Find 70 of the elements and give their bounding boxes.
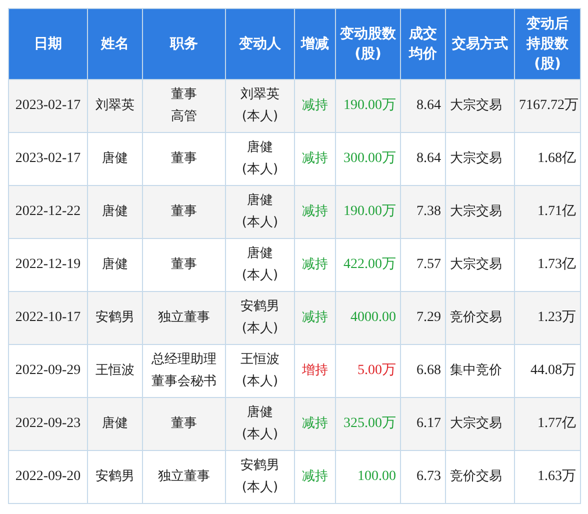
price-cell: 7.38 bbox=[400, 186, 446, 238]
holding-cell: 1.63万 bbox=[514, 450, 580, 504]
date-cell: 2022-09-23 bbox=[8, 398, 88, 450]
actor-name: 唐健 bbox=[246, 245, 274, 263]
position-text: 董事 bbox=[170, 150, 198, 168]
column-header: 增减 bbox=[294, 8, 336, 80]
change-cell: 减持 bbox=[294, 450, 336, 504]
position-text: 董事 bbox=[170, 203, 198, 221]
name-cell: 唐健 bbox=[88, 398, 142, 450]
actor-name: 刘翠英 bbox=[240, 86, 280, 104]
name-cell: 唐健 bbox=[88, 186, 142, 238]
position-text: 独立董事 bbox=[157, 309, 211, 327]
method-cell: 大宗交易 bbox=[446, 80, 514, 132]
change-cell: 减持 bbox=[294, 292, 336, 344]
price-cell: 8.64 bbox=[400, 80, 446, 132]
holding-cell: 1.23万 bbox=[514, 292, 580, 344]
holding-cell: 1.77亿 bbox=[514, 398, 580, 450]
shares-cell: 190.00万 bbox=[336, 186, 400, 238]
price-cell: 6.17 bbox=[400, 398, 446, 450]
actor-name: 安鹤男 bbox=[240, 298, 280, 316]
position-text: 高管 bbox=[170, 108, 198, 126]
change-cell: 减持 bbox=[294, 186, 336, 238]
position-text: 董事 bbox=[170, 415, 198, 433]
shares-cell: 190.00万 bbox=[336, 80, 400, 132]
change-cell: 减持 bbox=[294, 80, 336, 132]
actor-name: 唐健 bbox=[246, 139, 274, 157]
position-text: 董事 bbox=[170, 86, 198, 104]
position-text: 独立董事 bbox=[157, 468, 211, 486]
method-cell: 大宗交易 bbox=[446, 398, 514, 450]
method-cell: 竞价交易 bbox=[446, 292, 514, 344]
name-cell: 安鹤男 bbox=[88, 450, 142, 504]
price-cell: 7.29 bbox=[400, 292, 446, 344]
holding-cell: 7167.72万 bbox=[514, 80, 580, 132]
method-cell: 竞价交易 bbox=[446, 450, 514, 504]
column-header: 变动人 bbox=[226, 8, 294, 80]
shares-cell: 100.00 bbox=[336, 450, 400, 504]
shares-cell: 325.00万 bbox=[336, 398, 400, 450]
actor-note: (本人) bbox=[240, 108, 280, 126]
position-text: 董事会秘书 bbox=[150, 373, 218, 391]
column-header: 交易方式 bbox=[446, 8, 514, 80]
actor-name: 王恒波 bbox=[240, 351, 280, 369]
column-header: 变动后持股数(股) bbox=[514, 8, 580, 80]
column-header: 变动股数(股) bbox=[336, 8, 400, 80]
column-header: 职务 bbox=[142, 8, 226, 80]
date-cell: 2022-09-20 bbox=[8, 450, 88, 504]
actor-note: (本人) bbox=[240, 373, 280, 391]
actor-note: (本人) bbox=[240, 161, 280, 179]
actor-note: (本人) bbox=[240, 426, 280, 444]
position-text: 董事 bbox=[170, 256, 198, 274]
actor-name: 唐健 bbox=[246, 192, 274, 210]
name-cell: 安鹤男 bbox=[88, 292, 142, 344]
actor-note: (本人) bbox=[240, 320, 280, 338]
position-text: 总经理助理 bbox=[150, 351, 218, 369]
holding-cell: 1.71亿 bbox=[514, 186, 580, 238]
date-cell: 2023-02-17 bbox=[8, 80, 88, 132]
date-cell: 2022-10-17 bbox=[8, 292, 88, 344]
actor-name: 安鹤男 bbox=[240, 457, 280, 475]
shares-cell: 4000.00 bbox=[336, 292, 400, 344]
change-cell: 减持 bbox=[294, 398, 336, 450]
actor-note: (本人) bbox=[240, 267, 280, 285]
column-header: 成交均价 bbox=[400, 8, 446, 80]
price-cell: 6.73 bbox=[400, 450, 446, 504]
name-cell: 刘翠英 bbox=[88, 80, 142, 132]
column-header: 姓名 bbox=[88, 8, 142, 80]
actor-note: (本人) bbox=[240, 479, 280, 497]
actor-note: (本人) bbox=[240, 214, 280, 232]
date-cell: 2022-12-22 bbox=[8, 186, 88, 238]
actor-name: 唐健 bbox=[246, 404, 274, 422]
method-cell: 大宗交易 bbox=[446, 186, 514, 238]
column-header: 日期 bbox=[8, 8, 88, 80]
